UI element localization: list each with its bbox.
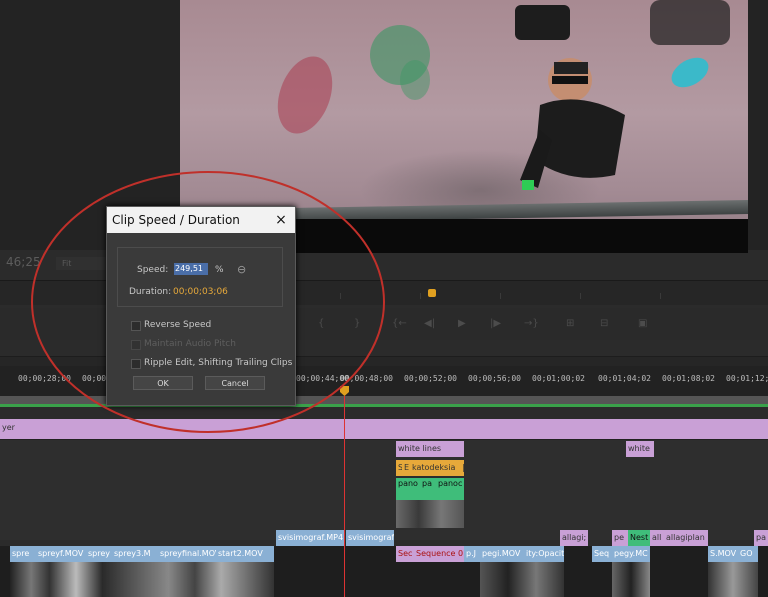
clip[interactable]: white <box>626 441 654 457</box>
clip[interactable]: | <box>460 460 464 476</box>
play-icon[interactable]: ▶ <box>458 318 466 329</box>
mark-in-icon[interactable]: { <box>318 318 324 329</box>
speed-input[interactable]: 249,51 <box>174 263 208 275</box>
clip[interactable]: allagiplan <box>664 530 708 546</box>
reverse-checkbox[interactable] <box>131 321 141 331</box>
person-figure <box>520 58 625 190</box>
clip[interactable]: sprey3.M <box>112 546 158 562</box>
clip-thumbnails <box>396 500 464 528</box>
monitor-timecode[interactable]: 46;25 <box>6 255 41 269</box>
clip[interactable]: pe <box>612 530 628 546</box>
clip-speed-dialog: Clip Speed / Duration × Speed: 249,51 % … <box>106 206 296 406</box>
clip[interactable]: katodeksia <box>410 460 460 476</box>
step-back-icon[interactable]: ◀| <box>424 318 435 329</box>
playhead-line <box>344 396 345 597</box>
clip[interactable]: pegy.MC <box>612 546 650 562</box>
maintain-label: Maintain Audio Pitch <box>144 339 236 349</box>
reverse-label: Reverse Speed <box>144 320 212 330</box>
clip[interactable]: allagi; <box>560 530 588 546</box>
clip[interactable]: svisimograf <box>346 530 394 546</box>
timecode-label: 00;01;00;02 <box>532 374 585 383</box>
extract-icon[interactable]: ⊟ <box>600 318 608 329</box>
monitor-playhead[interactable] <box>428 289 436 297</box>
clip-thumbnails <box>480 562 564 597</box>
maintain-checkbox <box>131 340 141 350</box>
clip[interactable]: pegi.MOV <box>480 546 524 562</box>
timecode-label: 00;01;08;02 <box>662 374 715 383</box>
cancel-button[interactable]: Cancel <box>205 376 265 390</box>
duration-input[interactable]: 00;00;03;06 <box>173 287 228 297</box>
timecode-label: 00;00;52;00 <box>404 374 457 383</box>
speed-group <box>117 247 283 307</box>
clip[interactable]: p.J <box>464 546 480 562</box>
clip[interactable]: S.MOV <box>708 546 738 562</box>
clip[interactable]: sprey <box>86 546 112 562</box>
timecode-label: 00;00;28;00 <box>18 374 71 383</box>
clip-thumbnails <box>612 562 650 597</box>
clip[interactable]: start2.MOV <box>216 546 274 562</box>
ripple-label: Ripple Edit, Shifting Trailing Clips <box>144 358 293 368</box>
step-forward-icon[interactable]: |▶ <box>490 318 501 329</box>
clip[interactable]: Sec <box>396 546 414 562</box>
clip-thumbnails <box>708 562 758 597</box>
timecode-label: 00;00;48;00 <box>340 374 393 383</box>
ripple-checkbox[interactable] <box>131 359 141 369</box>
clip[interactable]: ity:Opacity <box>524 546 564 562</box>
speed-label: Speed: <box>137 265 169 275</box>
go-to-out-icon[interactable]: →} <box>524 318 539 329</box>
track-spacer <box>0 407 768 419</box>
clip[interactable]: svisimograf.MP4 <box>276 530 344 546</box>
ok-button[interactable]: OK <box>133 376 193 390</box>
clip[interactable]: Sequence 0 <box>414 546 464 562</box>
link-icon[interactable]: ⊖ <box>237 263 246 276</box>
duration-label: Duration: <box>129 287 172 297</box>
clip[interactable]: Seq <box>592 546 612 562</box>
speed-unit: % <box>215 265 224 275</box>
close-icon[interactable]: × <box>267 207 295 233</box>
clip[interactable]: E <box>402 460 410 476</box>
adjustment-layer-track[interactable]: yer <box>0 419 768 439</box>
clip[interactable]: white lines <box>396 441 464 457</box>
clip[interactable]: spreyfinal.MOV <box>158 546 216 562</box>
clip[interactable]: spre <box>10 546 36 562</box>
track-label: yer <box>2 423 15 432</box>
clip[interactable]: pa <box>754 530 768 546</box>
timecode-label: 00;01;04;02 <box>598 374 651 383</box>
timecode-label: 00;00;56;00 <box>468 374 521 383</box>
lift-icon[interactable]: ⊞ <box>566 318 574 329</box>
clip-thumbnails <box>10 562 274 597</box>
timecode-label: 00;01;12;0 <box>726 374 768 383</box>
export-frame-icon[interactable]: ▣ <box>638 318 647 329</box>
clip[interactable]: GO <box>738 546 758 562</box>
go-to-in-icon[interactable]: {← <box>392 318 407 329</box>
clip[interactable]: spreyf.MOV <box>36 546 86 562</box>
clip[interactable]: all <box>650 530 664 546</box>
clip[interactable]: Nest <box>628 530 650 546</box>
mark-out-icon[interactable]: } <box>354 318 360 329</box>
